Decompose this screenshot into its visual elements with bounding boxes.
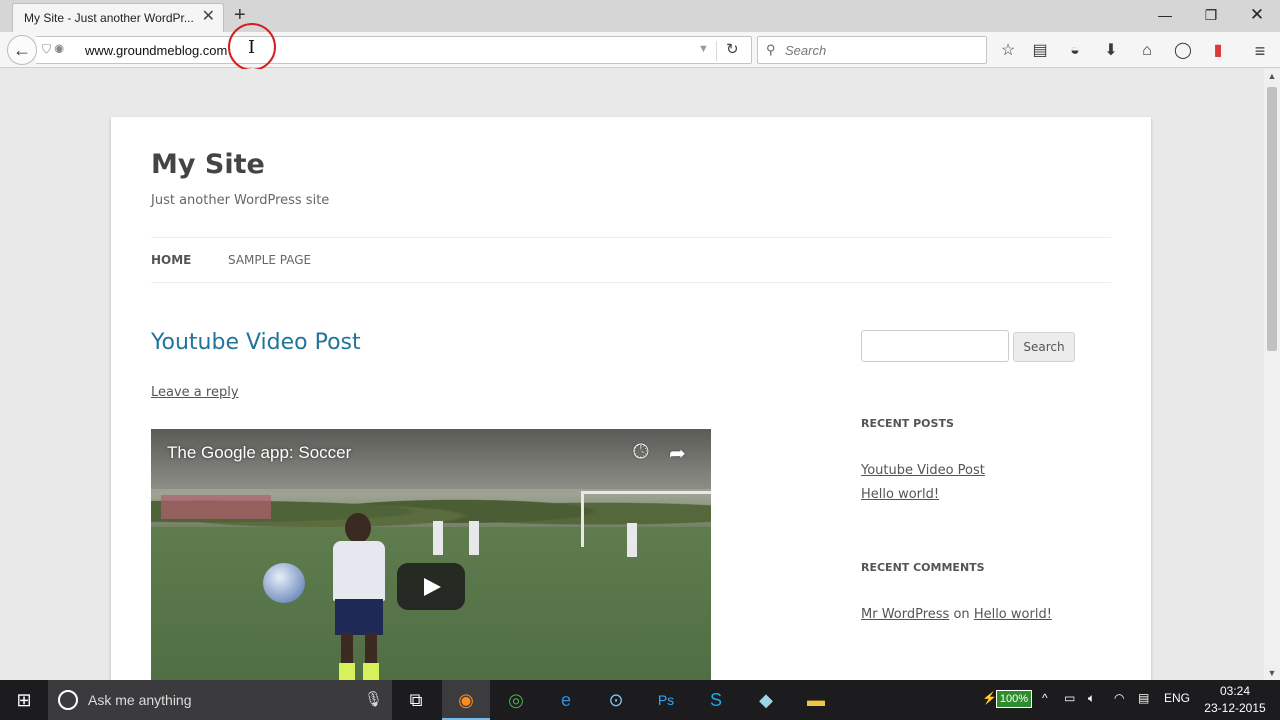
- leave-reply-link[interactable]: Leave a reply: [151, 385, 239, 400]
- windows-taskbar: ⊞ Ask me anything 🎙︎ ⧉ ◉ ◎ e ⊙ Ps S ◆ ▬ …: [0, 680, 1280, 720]
- skype-app-icon[interactable]: S: [692, 680, 740, 720]
- post-title[interactable]: Youtube Video Post: [151, 330, 361, 355]
- star-icon[interactable]: ☆: [997, 40, 1019, 62]
- show-hidden-icons[interactable]: ^: [1042, 691, 1048, 705]
- tab-title: My Site - Just another WordPr...: [24, 11, 194, 25]
- download-icon[interactable]: ⬇: [1100, 40, 1122, 62]
- comment-author-link[interactable]: Mr WordPress: [861, 607, 949, 622]
- video-background-player: [627, 523, 637, 557]
- photoshop-app-icon[interactable]: Ps: [642, 680, 690, 720]
- comment-on-text: on: [953, 607, 970, 622]
- scroll-up-icon[interactable]: ▲: [1264, 71, 1280, 81]
- restore-icon[interactable]: ❐: [1188, 4, 1234, 26]
- page-scrollbar[interactable]: ▲ ▼: [1264, 69, 1280, 680]
- windows-logo-icon: ⊞: [16, 690, 32, 710]
- video-goal: [581, 491, 711, 547]
- player-shirt: [333, 541, 385, 601]
- power-plug-icon[interactable]: ⚡: [982, 691, 997, 705]
- back-arrow-icon: ←: [13, 40, 31, 60]
- site-description: Just another WordPress site: [151, 193, 330, 208]
- video-player-figure: [329, 513, 387, 680]
- site-identity-icon[interactable]: ⛉ ◉: [42, 42, 64, 57]
- url-text[interactable]: www.groundmeblog.com: [85, 43, 227, 58]
- battery-icon[interactable]: ▭: [1064, 691, 1075, 705]
- scroll-down-icon[interactable]: ▼: [1264, 668, 1280, 678]
- divider: [151, 237, 1111, 238]
- close-icon[interactable]: ✕: [1234, 4, 1280, 26]
- start-button[interactable]: ⊞: [0, 680, 48, 720]
- firefox-app-icon[interactable]: ◉: [442, 680, 490, 720]
- language-indicator[interactable]: ENG: [1164, 691, 1190, 705]
- play-button[interactable]: [397, 563, 465, 610]
- back-button[interactable]: ←: [7, 35, 37, 65]
- recent-post-link[interactable]: Hello world!: [861, 487, 939, 502]
- notes-app-icon[interactable]: ◆: [742, 680, 790, 720]
- volume-icon[interactable]: 🔈︎: [1088, 691, 1095, 706]
- video-background-player: [469, 521, 479, 555]
- chat-icon[interactable]: ◯: [1172, 40, 1194, 62]
- site-title[interactable]: My Site: [151, 149, 265, 180]
- search-app-icon[interactable]: ⊙: [592, 680, 640, 720]
- url-dropdown-icon[interactable]: ▼: [698, 43, 709, 55]
- browser-tab[interactable]: My Site - Just another WordPr... ✕: [12, 3, 224, 32]
- recent-post-link[interactable]: Youtube Video Post: [861, 463, 985, 478]
- edge-app-icon[interactable]: e: [542, 680, 590, 720]
- reload-icon[interactable]: ↻: [726, 40, 739, 58]
- reading-list-icon[interactable]: ▤: [1029, 40, 1051, 62]
- player-shorts: [335, 599, 383, 635]
- site-container: My Site Just another WordPress site HOME…: [111, 117, 1151, 680]
- nav-sample-page[interactable]: SAMPLE PAGE: [228, 253, 311, 267]
- youtube-video-embed[interactable]: The Google app: Soccer 🕓︎ ➦: [151, 429, 711, 680]
- tab-strip: My Site - Just another WordPr... ✕ + — ❐…: [0, 0, 1280, 32]
- page-viewport: My Site Just another WordPress site HOME…: [0, 69, 1264, 680]
- player-sock: [363, 663, 379, 680]
- cortana-search-box[interactable]: Ask me anything 🎙︎: [48, 680, 392, 720]
- microphone-icon[interactable]: 🎙︎: [364, 690, 383, 708]
- minimize-icon[interactable]: —: [1142, 4, 1188, 26]
- recent-posts-heading: RECENT POSTS: [861, 417, 954, 430]
- pocket-icon[interactable]: ◒: [1064, 40, 1086, 62]
- video-fence: [161, 495, 271, 519]
- action-center-icon[interactable]: ▤: [1138, 691, 1149, 705]
- player-head: [345, 513, 371, 543]
- shield-addon-icon[interactable]: ▮: [1207, 40, 1229, 62]
- task-view-icon[interactable]: ⧉: [392, 680, 440, 720]
- play-icon: [424, 578, 441, 596]
- clock-time[interactable]: 03:24: [1210, 684, 1260, 698]
- recent-comment: Mr WordPress on Hello world!: [861, 607, 1052, 622]
- scroll-thumb[interactable]: [1267, 87, 1277, 351]
- navigation-toolbar: ⛉ ◉ www.groundmeblog.com ▼ ↻ ← ⚲ Search …: [0, 32, 1280, 68]
- player-sock: [339, 663, 355, 680]
- recent-comments-heading: RECENT COMMENTS: [861, 561, 985, 574]
- sidebar-search-input[interactable]: [861, 330, 1009, 362]
- sidebar-search-button[interactable]: Search: [1013, 332, 1075, 362]
- share-icon[interactable]: ➦: [669, 441, 686, 466]
- video-title[interactable]: The Google app: Soccer: [167, 443, 351, 463]
- cortana-icon: [58, 690, 78, 710]
- video-background-player: [433, 521, 443, 555]
- close-tab-icon[interactable]: ✕: [202, 9, 215, 25]
- search-icon: ⚲: [766, 42, 776, 57]
- battery-indicator[interactable]: 100%: [996, 690, 1032, 708]
- divider: [151, 282, 1111, 283]
- browser-search-bar[interactable]: ⚲ Search: [757, 36, 987, 64]
- home-icon[interactable]: ⌂: [1136, 40, 1158, 62]
- chrome-app-icon[interactable]: ◎: [492, 680, 540, 720]
- text-cursor-icon: I: [248, 37, 256, 58]
- wifi-icon[interactable]: ◠: [1114, 691, 1124, 705]
- new-tab-icon[interactable]: +: [234, 4, 246, 26]
- video-ball: [263, 563, 305, 603]
- nav-home[interactable]: HOME: [151, 253, 191, 267]
- watch-later-icon[interactable]: 🕓︎: [633, 441, 649, 464]
- url-bar[interactable]: ⛉ ◉ www.groundmeblog.com ▼ ↻: [36, 36, 752, 64]
- url-separator: [716, 41, 717, 61]
- cortana-placeholder: Ask me anything: [88, 692, 192, 708]
- comment-post-link[interactable]: Hello world!: [974, 607, 1052, 622]
- clock-date[interactable]: 23-12-2015: [1196, 701, 1274, 715]
- search-placeholder: Search: [785, 43, 827, 58]
- menu-icon[interactable]: ≡: [1249, 40, 1271, 62]
- file-explorer-icon[interactable]: ▬: [792, 680, 840, 720]
